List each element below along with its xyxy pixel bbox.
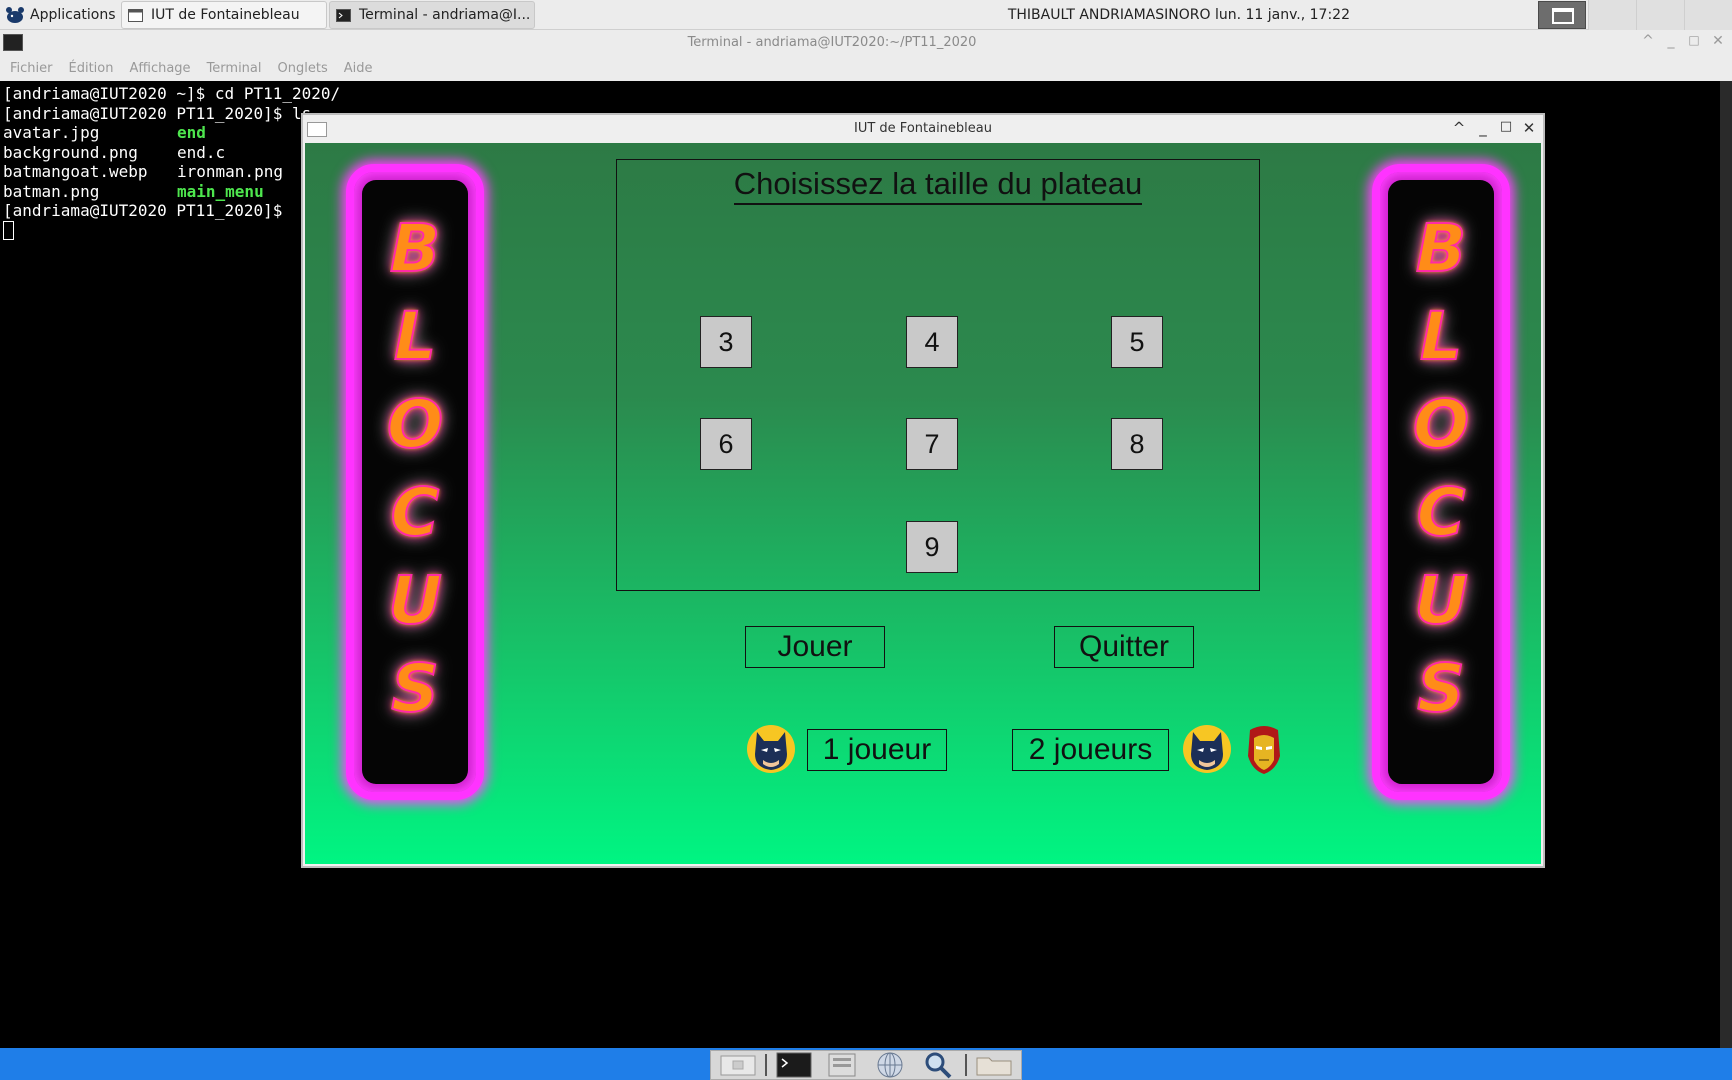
task-iut-fontainebleau[interactable]: IUT de Fontainebleau [121,1,327,29]
board-size-panel: Choisissez la taille du plateau 3 4 5 6 … [616,159,1260,591]
board-size-title: Choisissez la taille du plateau [617,166,1259,205]
logo-letter: O [386,385,444,464]
minimize-button[interactable]: _ [1473,119,1493,137]
terminal-launcher-icon[interactable] [773,1052,815,1078]
logo-letter: L [1419,297,1463,376]
batman-avatar-icon [1183,725,1231,773]
workspace-window-icon [1552,8,1574,24]
search-icon[interactable] [917,1052,959,1079]
window-icon [128,8,143,22]
menu-fichier[interactable]: Fichier [10,61,53,76]
batman-avatar-icon [747,725,795,773]
folder-icon[interactable] [973,1052,1015,1078]
quit-button[interactable]: Quitter [1054,626,1194,668]
file-name: ironman.png [177,162,283,181]
maximize-button[interactable]: □ [1496,119,1516,134]
applications-menu[interactable]: Applications ⁝ [4,3,124,27]
workspace-1-button[interactable] [1538,1,1586,29]
file-name: end.c [177,142,226,162]
logo-letter: L [393,297,437,376]
shade-button[interactable]: ^ [1449,119,1469,137]
size-button-5[interactable]: 5 [1111,316,1163,368]
logo-inner: B L O C U S [362,180,468,784]
web-browser-icon[interactable] [869,1052,911,1078]
play-button[interactable]: Jouer [745,626,885,668]
file-manager-icon[interactable] [821,1052,863,1078]
menu-onglets[interactable]: Onglets [278,61,328,76]
blocus-logo-right: B L O C U S [1372,164,1510,800]
shade-button[interactable]: ^ [1638,33,1658,49]
logo-letter: U [1413,561,1469,640]
game-window: IUT de Fontainebleau ^ _ □ ✕ B L O C U S… [301,113,1545,868]
task-terminal[interactable]: Terminal - andriama@I... [329,1,535,29]
menu-aide[interactable]: Aide [344,61,373,76]
file-name: batmangoat.webp [3,162,148,181]
show-desktop-icon[interactable] [717,1052,759,1078]
terminal-titlebar[interactable]: Terminal - andriama@IUT2020:~/PT11_2020 … [0,30,1732,56]
logo-letter: C [390,473,440,552]
ironman-avatar-icon [1248,726,1280,774]
task-label: IUT de Fontainebleau [151,7,300,23]
xfce-mouse-icon [6,7,24,23]
size-button-7[interactable]: 7 [906,418,958,470]
user-clock[interactable]: THIBAULT ANDRIAMASINORO lun. 11 janv., 1… [1008,0,1350,30]
launcher-dock [710,1050,1022,1080]
workspace-4-button[interactable] [1684,0,1732,30]
logo-letter: U [387,561,443,640]
task-label: Terminal - andriama@I... [359,7,531,23]
maximize-button[interactable]: □ [1684,33,1704,47]
top-panel: Applications ⁝ IUT de Fontainebleau Term… [0,0,1732,30]
file-name: background.png [3,142,138,162]
file-name: main_menu [177,181,264,201]
size-button-9[interactable]: 9 [906,521,958,573]
blocus-logo-left: B L O C U S [346,164,484,800]
logo-letter: B [389,209,441,288]
minimize-button[interactable]: _ [1661,33,1681,49]
logo-letter: O [1412,385,1470,464]
game-titlebar[interactable]: IUT de Fontainebleau ^ _ □ ✕ [303,115,1543,143]
launcher-separator [765,1054,767,1076]
terminal-cursor [3,220,14,240]
size-button-3[interactable]: 3 [700,316,752,368]
file-name: batman.png [3,181,100,201]
logo-letter: B [1415,209,1467,288]
one-player-button[interactable]: 1 joueur [807,729,947,771]
size-button-8[interactable]: 8 [1111,418,1163,470]
menu-terminal[interactable]: Terminal [207,61,262,76]
file-name: end [177,123,206,142]
game-canvas: B L O C U S B L O C U S Choisissez la ta… [305,143,1541,864]
logo-letter: C [1416,473,1466,552]
applications-label: Applications [30,7,116,23]
close-button[interactable]: ✕ [1519,119,1539,137]
game-window-title: IUT de Fontainebleau [854,121,992,136]
two-players-button[interactable]: 2 joueurs [1012,729,1169,771]
workspace-3-button[interactable] [1636,0,1684,30]
size-button-6[interactable]: 6 [700,418,752,470]
terminal-menubar: Fichier Édition Affichage Terminal Ongle… [0,56,1732,81]
launcher-separator [965,1054,967,1076]
menu-edition[interactable]: Édition [69,61,114,76]
board-size-title-text: Choisissez la taille du plateau [733,166,1143,205]
terminal-line: [andriama@IUT2020 ~]$ cd PT11_2020/ [3,84,341,103]
menu-affichage[interactable]: Affichage [129,61,190,76]
terminal-title: Terminal - andriama@IUT2020:~/PT11_2020 [687,35,977,50]
terminal-scrollbar[interactable] [1720,81,1732,1048]
terminal-icon [336,8,351,22]
file-name: avatar.jpg [3,123,100,142]
workspace-2-button[interactable] [1588,0,1636,30]
logo-inner: B L O C U S [1388,180,1494,784]
logo-letter: S [1416,649,1466,728]
size-button-4[interactable]: 4 [906,316,958,368]
close-button[interactable]: ✕ [1708,33,1728,49]
logo-letter: S [390,649,440,728]
